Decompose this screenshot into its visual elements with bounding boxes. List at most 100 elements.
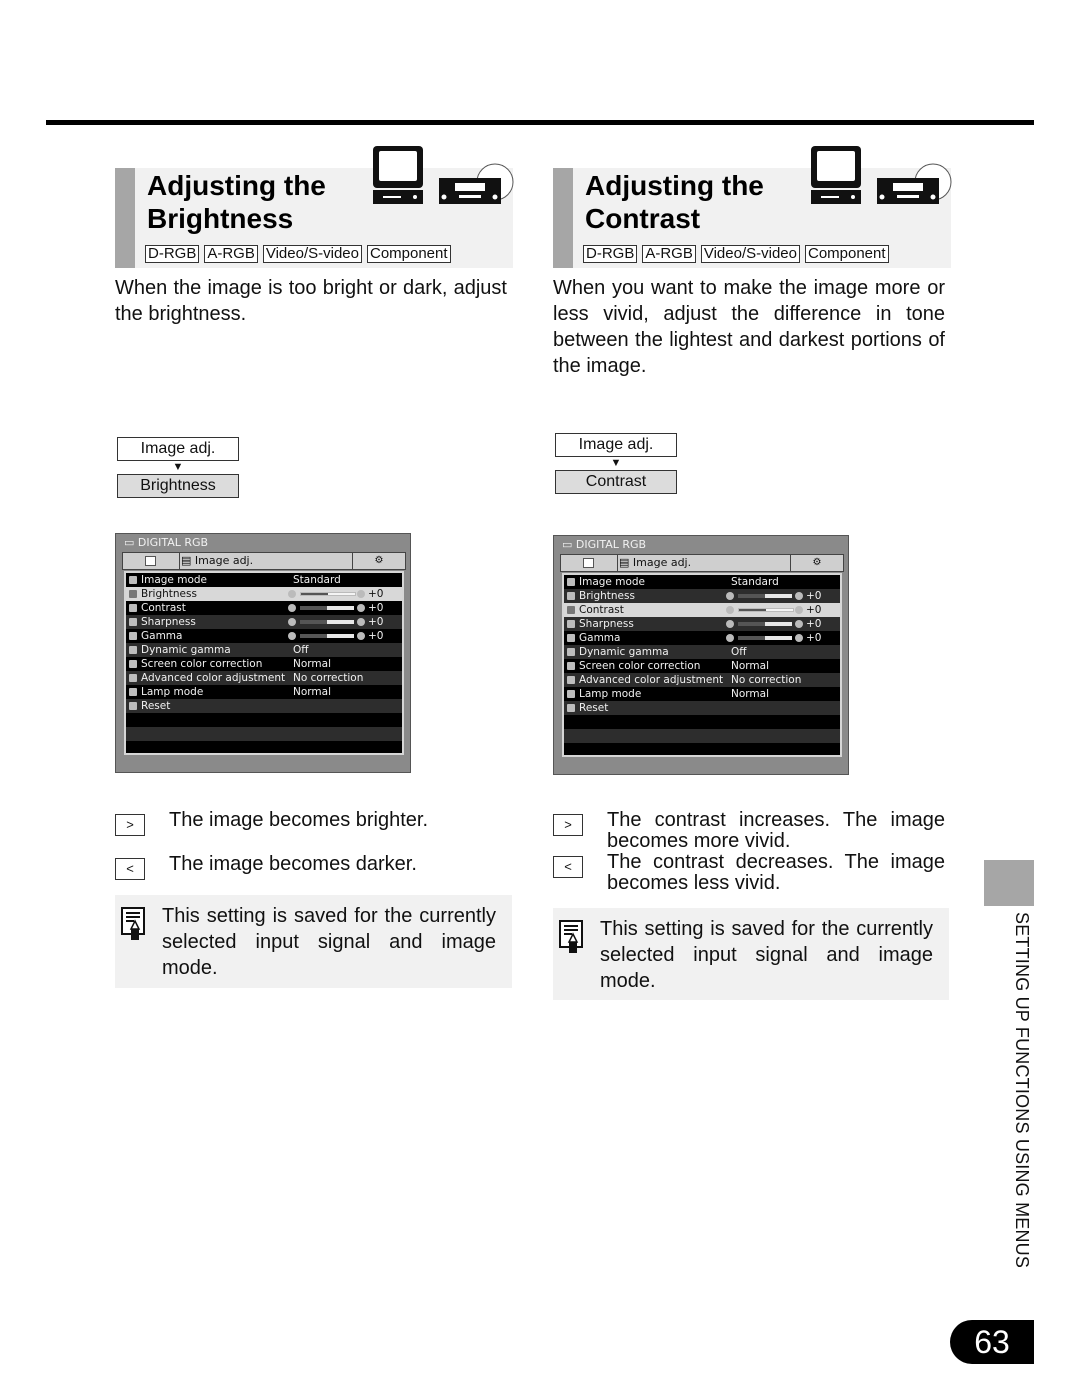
tag-video: Video/S-video: [262, 245, 362, 263]
osd-slider[interactable]: +0: [726, 631, 836, 645]
slider-track[interactable]: [300, 606, 354, 610]
osd-menu-row[interactable]: Brightness +0: [126, 587, 402, 601]
slider-track[interactable]: [738, 636, 792, 640]
osd-row-label: Sharpness: [141, 616, 196, 628]
osd-menu-row[interactable]: Sharpness +0: [126, 615, 402, 629]
osd-menu-row[interactable]: Reset: [564, 701, 840, 715]
osd-menu-row[interactable]: Advanced color adjustment No correction: [564, 673, 840, 687]
slider-fill: [300, 606, 327, 610]
slider-fill: [738, 622, 765, 626]
osd-menu-row[interactable]: Screen color correction Normal: [564, 659, 840, 673]
input-source-icons: [811, 146, 952, 204]
screen-color-icon: [129, 660, 137, 668]
osd-row-value: Normal: [731, 688, 769, 700]
osd-slider[interactable]: +0: [726, 617, 836, 631]
osd-slider[interactable]: +0: [726, 589, 836, 603]
slider-track[interactable]: [300, 620, 354, 624]
color-adjust-icon: [567, 676, 575, 684]
slider-min-icon: [726, 620, 734, 628]
op-description: The contrast decreases. The image become…: [607, 851, 945, 894]
osd-row-label: Gamma: [141, 630, 183, 642]
osd-menu-row[interactable]: Contrast +0: [126, 601, 402, 615]
slider-min-icon: [288, 604, 296, 612]
osd-menu-row[interactable]: Screen color correction Normal: [126, 657, 402, 671]
slider-track[interactable]: [300, 592, 356, 596]
chapter-tab: [984, 860, 1034, 906]
osd-tab-input[interactable]: [561, 555, 618, 571]
contrast-icon: [567, 606, 575, 614]
down-arrow-icon: ▼: [172, 461, 184, 473]
tag-d-rgb: D-RGB: [145, 245, 200, 263]
tag-a-rgb: A-RGB: [204, 245, 258, 263]
intro-text: When the image is too bright or dark, ad…: [115, 277, 507, 325]
osd-menu-row[interactable]: Sharpness +0: [564, 617, 840, 631]
slider-value: +0: [368, 602, 384, 614]
slider-min-icon: [726, 592, 734, 600]
osd-tab-image-adj[interactable]: ▤ Image adj.: [181, 553, 253, 569]
osd-source-label: ▭ DIGITAL RGB: [562, 538, 647, 551]
osd-tab-settings[interactable]: ⚙: [352, 553, 405, 569]
osd-menu-row[interactable]: Lamp mode Normal: [126, 685, 402, 699]
gamma-icon: [129, 632, 137, 640]
osd-menu-row[interactable]: Advanced color adjustment No correction: [126, 671, 402, 685]
brightness-icon: [129, 590, 137, 598]
lamp-icon: [567, 690, 575, 698]
osd-menu-row[interactable]: Lamp mode Normal: [564, 687, 840, 701]
osd-menu-row[interactable]: Image mode Standard: [126, 573, 402, 587]
osd-row-label: Image mode: [579, 576, 645, 588]
menu-path-child: Brightness: [117, 474, 239, 498]
osd-slider[interactable]: +0: [288, 615, 398, 629]
osd-row-label: Brightness: [141, 588, 197, 600]
osd-row-label: Sharpness: [579, 618, 634, 630]
slider-track[interactable]: [738, 594, 792, 598]
osd-menu-row: [126, 741, 402, 755]
osd-menu-row[interactable]: Image mode Standard: [564, 575, 840, 589]
slider-max-icon: [795, 592, 803, 600]
left-key-icon: <: [115, 858, 145, 880]
osd-menu-row[interactable]: Brightness +0: [564, 589, 840, 603]
osd-tab-settings[interactable]: ⚙: [790, 555, 843, 571]
note-text: This setting is saved for the currently …: [162, 905, 496, 979]
slider-fill: [300, 620, 327, 624]
video-player-disc-icon: [877, 163, 952, 204]
osd-row-value: No correction: [731, 674, 802, 686]
slider-track[interactable]: [738, 622, 792, 626]
osd-slider[interactable]: +0: [288, 601, 398, 615]
osd-menu-row[interactable]: Dynamic gamma Off: [126, 643, 402, 657]
section-title: Adjusting the Brightness: [147, 170, 326, 234]
osd-slider[interactable]: +0: [726, 603, 836, 617]
reset-icon: [567, 704, 575, 712]
slider-value: +0: [806, 632, 822, 644]
screen-color-icon: [567, 662, 575, 670]
osd-menu-row[interactable]: Contrast +0: [564, 603, 840, 617]
osd-menu-row: [126, 727, 402, 741]
input-tab-icon: [145, 556, 156, 566]
slider-max-icon: [795, 620, 803, 628]
osd-menu-row[interactable]: Dynamic gamma Off: [564, 645, 840, 659]
signal-tags: D-RGB A-RGB Video/S-video Component: [145, 245, 451, 263]
osd-slider[interactable]: +0: [288, 587, 398, 601]
slider-value: +0: [806, 590, 822, 602]
osd-tab-input[interactable]: [123, 553, 180, 569]
osd-menu-row[interactable]: Gamma +0: [564, 631, 840, 645]
slider-fill: [738, 594, 765, 598]
op-description: The image becomes brighter.: [169, 809, 429, 831]
osd-source-label: ▭ DIGITAL RGB: [124, 536, 209, 549]
tag-d-rgb: D-RGB: [583, 245, 638, 263]
lamp-icon: [129, 688, 137, 696]
osd-row-label: Gamma: [579, 632, 621, 644]
gamma-icon: [567, 634, 575, 642]
osd-menu-row[interactable]: Gamma +0: [126, 629, 402, 643]
osd-menu-row[interactable]: Reset: [126, 699, 402, 713]
osd-slider[interactable]: +0: [288, 629, 398, 643]
signal-tags: D-RGB A-RGB Video/S-video Component: [583, 245, 889, 263]
osd-tab-image-adj[interactable]: ▤ Image adj.: [619, 555, 691, 571]
slider-track[interactable]: [738, 608, 794, 612]
computer-monitor-icon: [373, 146, 423, 204]
slider-track[interactable]: [300, 634, 354, 638]
intro-text: When you want to make the image more or …: [553, 277, 945, 377]
page-number: 63: [950, 1320, 1034, 1364]
slider-min-icon: [726, 634, 734, 642]
reset-icon: [129, 702, 137, 710]
header-accent-bar: [553, 168, 573, 268]
